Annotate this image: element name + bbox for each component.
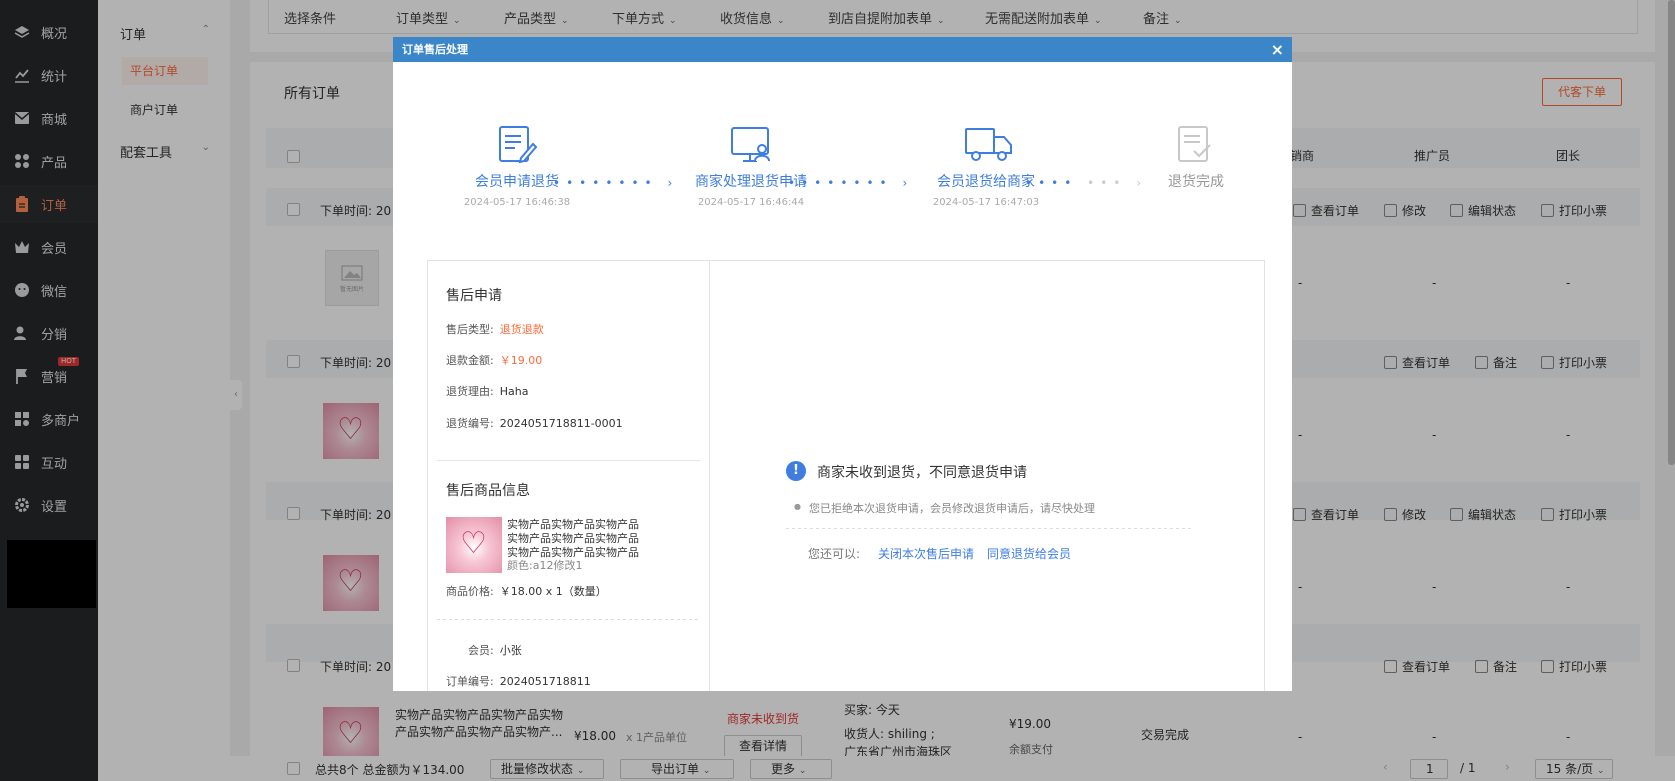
modal-header: 订单售后处理 <box>393 37 1292 62</box>
kv-label: 退款金额: <box>446 354 494 367</box>
step-member-apply: 会员申请退货 2024-05-17 16:46:38 <box>407 125 627 208</box>
kv-label: 退货编号: <box>446 417 494 430</box>
document-edit-icon <box>495 125 539 165</box>
order-number-row: 订单编号: 2024051718811 <box>446 673 591 689</box>
document-check-icon <box>1174 125 1218 165</box>
modal-title: 订单售后处理 <box>402 43 468 56</box>
dashed-divider <box>786 528 1192 529</box>
agree-return-link[interactable]: 同意退货给会员 <box>987 545 1071 562</box>
return-reason-row: 退货理由: Haha <box>446 383 528 399</box>
dashed-divider <box>437 619 700 620</box>
divider <box>437 460 700 461</box>
info-icon: ! <box>786 461 806 481</box>
goods-thumbnail <box>446 517 502 573</box>
kv-value: 2024051718811 <box>499 675 591 688</box>
close-after-sale-link[interactable]: 关闭本次售后申请 <box>878 545 974 562</box>
kv-value: ￥18.00 x 1（数量） <box>499 585 607 598</box>
step-label: 退货完成 <box>1168 174 1224 190</box>
kv-value: ￥19.00 <box>499 354 543 367</box>
kv-label: 商品价格: <box>446 585 494 598</box>
goods-spec: 颜色:a12修改1 <box>507 559 583 572</box>
kv-label: 退货理由: <box>446 385 494 398</box>
step-time: 2024-05-17 16:46:44 <box>697 197 805 208</box>
after-sale-type-row: 售后类型: 退货退款 <box>446 321 544 337</box>
refund-amount-row: 退款金额: ￥19.00 <box>446 352 542 368</box>
goods-section-title: 售后商品信息 <box>446 483 530 499</box>
notice-description: 您已拒绝本次退货申请，会员修改退货申请后，请尽快处理 <box>809 502 1095 515</box>
step-time: 2024-05-17 16:46:38 <box>463 197 571 208</box>
close-icon[interactable]: × <box>1271 37 1284 62</box>
notice-title: 商家未收到退货，不同意退货申请 <box>817 465 1027 481</box>
kv-value: 退货退款 <box>499 323 544 336</box>
step-member-return: 会员退货给商家 2024-05-17 16:47:03 <box>876 125 1096 208</box>
kv-value: Haha <box>499 385 529 398</box>
bullet-icon: ● <box>794 502 801 511</box>
truck-icon <box>964 125 1012 165</box>
kv-value: 小张 <box>499 644 522 657</box>
after-sale-modal: 订单售后处理 × 会员申请退货 2024-05-17 16:46:38 ••••… <box>393 37 1292 691</box>
return-number-row: 退货编号: 2024051718811-0001 <box>446 415 623 431</box>
kv-value: 2024051718811-0001 <box>499 417 623 430</box>
member-row: 会员: 小张 <box>468 642 522 658</box>
monitor-user-icon <box>729 125 773 165</box>
you-can-label: 您还可以: <box>808 547 861 561</box>
goods-price-row: 商品价格: ￥18.00 x 1（数量） <box>446 583 607 599</box>
step-merchant-process: 商家处理退货申请 2024-05-17 16:46:44 <box>641 125 861 208</box>
step-time: 2024-05-17 16:47:03 <box>932 197 1040 208</box>
step-return-complete: 退货完成 <box>1086 125 1292 191</box>
kv-label: 订单编号: <box>446 675 494 688</box>
kv-label: 售后类型: <box>446 323 494 336</box>
kv-label: 会员: <box>468 644 494 657</box>
apply-section-title: 售后申请 <box>446 288 502 304</box>
